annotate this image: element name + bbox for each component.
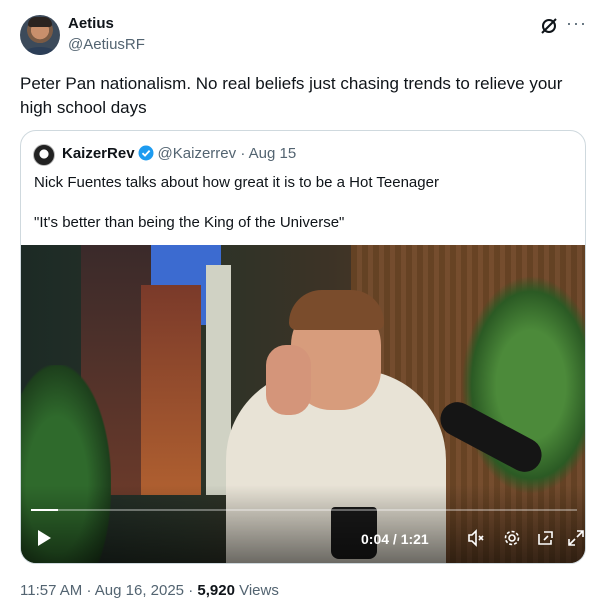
avatar[interactable] <box>20 15 60 55</box>
views-count[interactable]: 5,920 <box>197 582 235 599</box>
video-time: 0:04 / 1:21 <box>361 531 429 547</box>
quote-text-line: "It's better than being the King of the … <box>34 214 345 231</box>
mute-icon[interactable] <box>467 529 485 547</box>
quote-text: Nick Fuentes talks about how great it is… <box>34 173 574 253</box>
quote-separator: · <box>240 145 246 162</box>
author-name[interactable]: Aetius <box>68 15 114 32</box>
pip-icon[interactable] <box>537 529 555 547</box>
more-icon[interactable]: ··· <box>566 13 587 34</box>
author-handle[interactable]: @AetiusRF <box>68 36 145 53</box>
quoted-tweet-card[interactable]: KaizerRev @Kaizerrev · Aug 15 Nick Fuent… <box>20 130 586 564</box>
tweet-date[interactable]: Aug 16, 2025 <box>95 582 184 599</box>
play-icon[interactable] <box>35 529 53 547</box>
footer-separator: · <box>188 582 194 599</box>
quote-text-line: Nick Fuentes talks about how great it is… <box>34 174 439 191</box>
fullscreen-icon[interactable] <box>567 529 585 547</box>
settings-icon[interactable] <box>503 529 521 547</box>
tweet-time[interactable]: 11:57 AM <box>20 582 82 599</box>
video-player[interactable]: 0:04 / 1:21 <box>21 245 585 563</box>
quote-header: KaizerRev @Kaizerrev · Aug 15 <box>62 145 296 162</box>
tweet-text: Peter Pan nationalism. No real beliefs j… <box>20 74 563 117</box>
verified-badge-icon <box>138 145 154 161</box>
video-progress-track[interactable] <box>31 509 577 511</box>
quote-author-handle[interactable]: @Kaizerrev <box>158 145 237 162</box>
video-progress-fill[interactable] <box>31 509 59 511</box>
quote-avatar[interactable] <box>33 144 55 166</box>
quote-date[interactable]: Aug 15 <box>249 145 297 162</box>
footer-separator: · <box>86 582 92 599</box>
grok-icon[interactable] <box>540 17 558 35</box>
tweet-footer: 11:57 AM · Aug 16, 2025 · 5,920 Views <box>20 582 279 599</box>
views-label: Views <box>239 582 279 599</box>
quote-author-name[interactable]: KaizerRev <box>62 145 135 162</box>
